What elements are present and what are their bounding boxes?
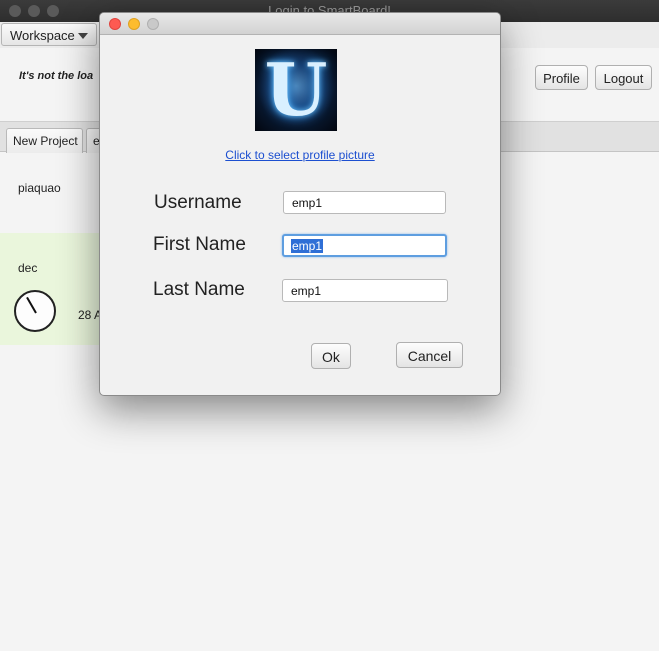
tab-new-project[interactable]: New Project (6, 128, 83, 153)
close-icon[interactable] (109, 18, 121, 30)
project-name: piaquao (18, 181, 61, 195)
profile-picture[interactable]: U (255, 49, 337, 131)
project-name: dec (18, 261, 38, 275)
clock-icon (14, 290, 56, 332)
tagline: It's not the loa (19, 70, 94, 82)
first-name-label: First Name (153, 234, 246, 255)
chevron-down-icon (78, 33, 88, 39)
logout-button[interactable]: Logout (595, 65, 652, 90)
select-profile-picture-link[interactable]: Click to select profile picture (100, 148, 500, 162)
profile-dialog: U Click to select profile picture Userna… (99, 12, 501, 396)
project-item-selected[interactable]: dec 28 A (0, 233, 110, 345)
last-name-field[interactable]: emp1 (282, 279, 448, 302)
username-field[interactable]: emp1 (283, 191, 446, 214)
last-name-label: Last Name (153, 279, 245, 300)
project-item[interactable]: piaquao (0, 153, 110, 231)
maximize-icon[interactable] (147, 18, 159, 30)
workspace-menu-label: Workspace (10, 28, 75, 43)
avatar-letter: U (264, 49, 328, 131)
workspace-menu-button[interactable]: Workspace (1, 23, 97, 46)
username-label: Username (154, 192, 242, 213)
first-name-field[interactable]: emp1 (282, 234, 447, 257)
cancel-button[interactable]: Cancel (396, 342, 463, 368)
ok-button[interactable]: Ok (311, 343, 351, 369)
profile-button[interactable]: Profile (535, 65, 588, 90)
minimize-icon[interactable] (128, 18, 140, 30)
first-name-selected-text: emp1 (291, 239, 324, 253)
dialog-titlebar[interactable] (100, 13, 500, 35)
